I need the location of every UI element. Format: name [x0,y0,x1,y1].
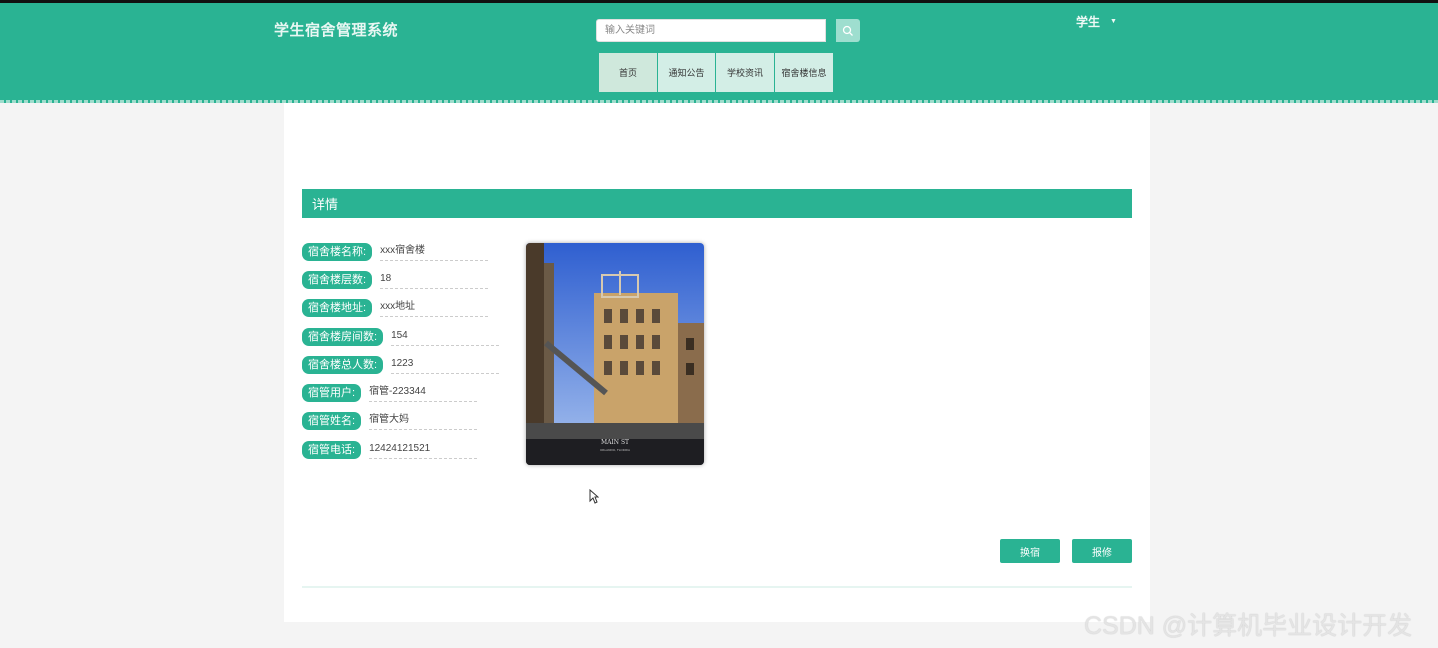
field-label: 宿管电话: [302,441,362,459]
search-icon [842,25,853,36]
field-address: 宿舍楼地址: xxx地址 [302,298,489,318]
building-photo: MAIN ST ORLANDO, FLORIDA [526,243,704,465]
site-header: 学生宿舍管理系统 学生 ▼ 首页 通知公告 学校资讯 宿舍楼信息 [0,3,1438,101]
search-button[interactable] [836,19,860,42]
field-value: 宿管大妈 [369,412,478,430]
detail-card: 详情 宿舍楼名称: xxx宿舍楼 宿舍楼层数: 18 宿舍楼地址: xxx地址 … [284,103,1150,622]
nav-home[interactable]: 首页 [599,53,657,92]
mouse-cursor-icon [589,489,599,504]
section-title: 详情 [302,189,1132,218]
field-label: 宿舍楼层数: [302,271,373,289]
nav-label: 宿舍楼信息 [781,68,827,78]
field-manager-user: 宿管用户: 宿管-223344 [302,383,478,403]
field-value: 154 [391,328,500,346]
field-label: 宿舍楼名称: [302,243,373,261]
field-total-residents: 宿舍楼总人数: 1223 [302,355,500,375]
photo-caption-sub: ORLANDO, FLORIDA [600,448,631,452]
nav-label: 学校资讯 [726,68,763,78]
nav-label: 首页 [618,68,637,78]
field-value: 1223 [391,356,500,374]
field-manager-name: 宿管姓名: 宿管大妈 [302,411,478,431]
field-label: 宿管姓名: [302,412,362,430]
field-value: xxx宿舍楼 [380,243,489,261]
chevron-down-icon: ▼ [1110,18,1117,25]
user-menu[interactable]: 学生 ▼ [1076,13,1117,30]
field-value: xxx地址 [380,299,489,317]
content-divider [302,586,1132,588]
field-label: 宿舍楼地址: [302,299,373,317]
search-bar [596,19,860,42]
field-label: 宿舍楼总人数: [302,356,384,374]
field-room-count: 宿舍楼房间数: 154 [302,327,500,347]
field-value: 宿管-223344 [369,384,478,402]
nav-news[interactable]: 学校资讯 [716,53,774,92]
field-label: 宿管用户: [302,384,362,402]
field-floor-count: 宿舍楼层数: 18 [302,270,489,290]
nav-dorm-buildings[interactable]: 宿舍楼信息 [775,53,833,92]
nav-label: 通知公告 [668,68,705,78]
field-label: 宿舍楼房间数: [302,328,384,346]
field-value: 12424121521 [369,441,478,459]
search-input[interactable] [596,19,826,42]
main-nav: 首页 通知公告 学校资讯 宿舍楼信息 [599,53,834,92]
change-dorm-button[interactable]: 换宿 [1000,539,1060,563]
field-manager-phone: 宿管电话: 12424121521 [302,440,478,460]
watermark: CSDN @计算机毕业设计开发 [1084,612,1413,640]
field-value: 18 [380,271,489,289]
user-role-label: 学生 [1076,15,1101,29]
nav-notices[interactable]: 通知公告 [658,53,715,92]
repair-button[interactable]: 报修 [1072,539,1132,563]
building-photo-image: MAIN ST ORLANDO, FLORIDA [526,243,704,465]
field-building-name: 宿舍楼名称: xxx宿舍楼 [302,242,489,262]
site-logo[interactable]: 学生宿舍管理系统 [274,19,398,40]
photo-caption: MAIN ST [601,439,629,446]
